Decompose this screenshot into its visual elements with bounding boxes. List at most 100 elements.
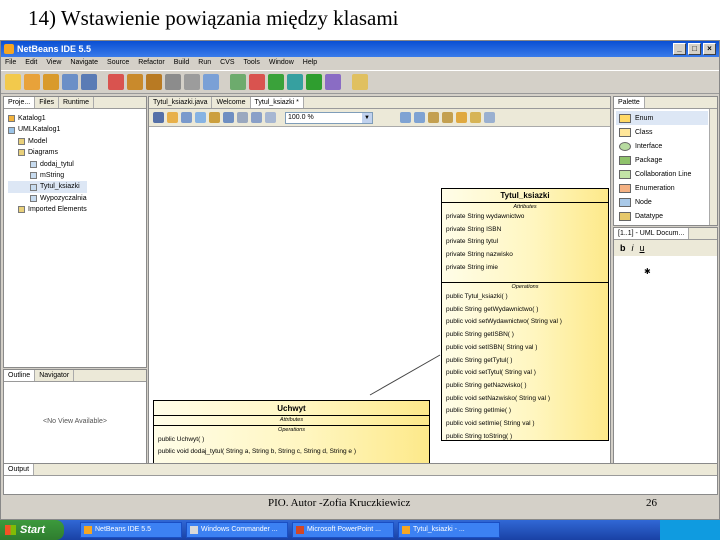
- close-button[interactable]: ×: [703, 43, 716, 55]
- operation[interactable]: public String getWydawnictwo( ): [442, 304, 608, 317]
- tab-runtime[interactable]: Runtime: [59, 97, 95, 108]
- build-icon[interactable]: [230, 74, 246, 90]
- palette-item-node[interactable]: Node: [616, 195, 708, 209]
- find-icon[interactable]: [203, 74, 219, 90]
- windows-taskbar: Start NetBeans IDE 5.5 Windows Commander…: [0, 520, 720, 540]
- attribute[interactable]: private String ISBN: [442, 224, 608, 237]
- minimize-button[interactable]: _: [673, 43, 686, 55]
- save-all-icon[interactable]: [81, 74, 97, 90]
- operation[interactable]: public String toString( ): [442, 431, 608, 444]
- menu-window[interactable]: Window: [269, 57, 294, 69]
- palette-label: Interface: [635, 142, 663, 150]
- operation[interactable]: public String getImie( ): [442, 405, 608, 418]
- operation[interactable]: public String getTytul( ): [442, 355, 608, 368]
- operation[interactable]: public void setWydawnictwo( String val ): [442, 316, 608, 329]
- class-tytul-ksiazki[interactable]: Tytul_ksiazki Attributes private String …: [441, 188, 609, 441]
- maximize-button[interactable]: □: [688, 43, 701, 55]
- menu-navigate[interactable]: Navigate: [70, 57, 98, 69]
- operation[interactable]: public Uchwyt( ): [154, 434, 429, 446]
- help-icon[interactable]: [352, 74, 368, 90]
- menu-build[interactable]: Build: [174, 57, 190, 69]
- operation[interactable]: public void setImie( String val ): [442, 418, 608, 431]
- class-uchwyt[interactable]: Uchwyt Attributes Operations public Uchw…: [153, 400, 430, 472]
- slide-page-number: 26: [646, 497, 657, 509]
- tab-outline[interactable]: Outline: [4, 370, 36, 381]
- collaboration-icon: [619, 169, 631, 179]
- tab-output[interactable]: Output: [4, 464, 35, 475]
- operation[interactable]: public void dodaj_tytul( String a, Strin…: [154, 446, 429, 458]
- operation[interactable]: public String getNazwisko( ): [442, 380, 608, 393]
- tree-item[interactable]: mString: [8, 170, 87, 181]
- undo-icon[interactable]: [165, 74, 181, 90]
- menu-file[interactable]: File: [5, 57, 16, 69]
- italic-button[interactable]: i: [632, 243, 634, 253]
- tab-files[interactable]: Files: [35, 97, 59, 108]
- attributes-title: Attributes: [279, 417, 304, 423]
- menu-source[interactable]: Source: [107, 57, 129, 69]
- attribute[interactable]: private String tytul: [442, 236, 608, 249]
- menu-tools[interactable]: Tools: [244, 57, 260, 69]
- menu-run[interactable]: Run: [198, 57, 211, 69]
- attribute[interactable]: private String imie: [442, 262, 608, 275]
- new-project-icon[interactable]: [24, 74, 40, 90]
- operation[interactable]: public void setTytul( String val ): [442, 367, 608, 380]
- palette-item-enumeration[interactable]: Enumeration: [616, 181, 708, 195]
- cut-icon[interactable]: [108, 74, 124, 90]
- tree-item[interactable]: Imported Elements: [8, 204, 87, 215]
- new-file-icon[interactable]: [5, 74, 21, 90]
- underline-button[interactable]: u: [640, 243, 645, 253]
- taskbar-item[interactable]: NetBeans IDE 5.5: [80, 522, 182, 538]
- tree-item[interactable]: Diagrams: [8, 147, 87, 158]
- tree-item-selected[interactable]: Tytul_ksiazki: [8, 181, 87, 193]
- doc-text-area[interactable]: ✱: [614, 256, 717, 494]
- tree-item[interactable]: UMLKatalog1: [8, 124, 87, 135]
- tree-item[interactable]: Model: [8, 136, 87, 147]
- tab-uml-documentation[interactable]: [1..1] - UML Docum...: [614, 228, 690, 239]
- tree-item[interactable]: Katalog1: [8, 113, 87, 124]
- tree-item[interactable]: Wypozyczalnia: [8, 193, 87, 204]
- bold-button[interactable]: b: [620, 243, 626, 253]
- operations-compartment: Operations public Uchwyt( ) public void …: [154, 426, 429, 458]
- palette-scrollbar[interactable]: [709, 109, 717, 225]
- attribute[interactable]: private String wydawnictwo: [442, 211, 608, 224]
- attribute[interactable]: private String nazwisko: [442, 249, 608, 262]
- main-toolbar: [1, 70, 719, 94]
- copy-icon[interactable]: [127, 74, 143, 90]
- tab-palette[interactable]: Palette: [614, 97, 645, 108]
- palette-item-class[interactable]: Class: [616, 125, 708, 139]
- menu-edit[interactable]: Edit: [25, 57, 37, 69]
- menu-refactor[interactable]: Refactor: [138, 57, 164, 69]
- window-titlebar[interactable]: NetBeans IDE 5.5 _ □ ×: [1, 41, 719, 57]
- save-icon[interactable]: [62, 74, 78, 90]
- operation[interactable]: public void setNazwisko( String val ): [442, 393, 608, 406]
- operations-title: Operations: [278, 427, 305, 433]
- run-icon[interactable]: [268, 74, 284, 90]
- paste-icon[interactable]: [146, 74, 162, 90]
- taskbar-item[interactable]: Tytul_ksiazki - ...: [398, 522, 500, 538]
- operation[interactable]: public String getISBN( ): [442, 329, 608, 342]
- operation[interactable]: public Tytul_ksiazki( ): [442, 291, 608, 304]
- menu-help[interactable]: Help: [303, 57, 317, 69]
- operation[interactable]: public void setISBN( String val ): [442, 342, 608, 355]
- taskbar-item[interactable]: Microsoft PowerPoint ...: [292, 522, 394, 538]
- tab-navigator[interactable]: Navigator: [35, 370, 75, 381]
- menu-cvs[interactable]: CVS: [220, 57, 234, 69]
- tree-label: Imported Elements: [28, 206, 87, 214]
- tab-projects[interactable]: Proje...: [4, 97, 36, 108]
- palette-item-datatype[interactable]: Datatype: [616, 209, 708, 223]
- palette-item-package[interactable]: Package: [616, 153, 708, 167]
- redo-icon[interactable]: [184, 74, 200, 90]
- menu-view[interactable]: View: [46, 57, 61, 69]
- debug-icon[interactable]: [287, 74, 303, 90]
- palette-item-interface[interactable]: Interface: [616, 139, 708, 153]
- tree-item[interactable]: dodaj_tytul: [8, 159, 87, 170]
- palette-item-enum[interactable]: Enum: [616, 111, 708, 125]
- netbeans-icon: [84, 526, 92, 534]
- start-button[interactable]: Start: [0, 520, 64, 540]
- open-project-icon[interactable]: [43, 74, 59, 90]
- palette-item-collaboration[interactable]: Collaboration Line: [616, 167, 708, 181]
- clean-build-icon[interactable]: [249, 74, 265, 90]
- run-file-icon[interactable]: [306, 74, 322, 90]
- profile-icon[interactable]: [325, 74, 341, 90]
- taskbar-item[interactable]: Windows Commander ...: [186, 522, 288, 538]
